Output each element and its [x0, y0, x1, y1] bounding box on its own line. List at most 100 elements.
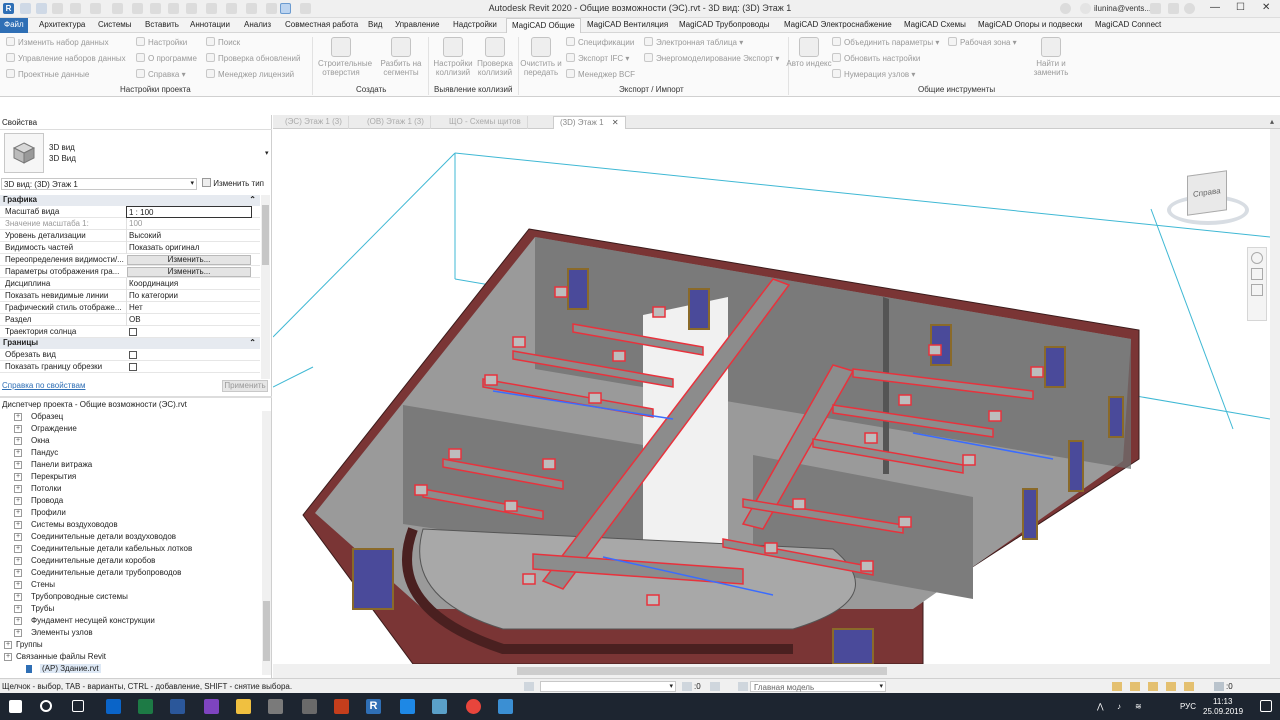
browser-item[interactable]: + Перекрытия	[0, 471, 262, 483]
tab-magicad-connect[interactable]: MagiCAD Connect	[1095, 20, 1161, 29]
expand-icon[interactable]: +	[14, 593, 22, 601]
tab-magicad-schematics[interactable]: MagiCAD Схемы	[904, 20, 966, 29]
energy-export-button[interactable]: Энергомоделирование Экспорт ▾	[644, 53, 779, 63]
manage-datasets-button[interactable]: Управление наборов данных	[6, 53, 126, 63]
tab-analyze[interactable]: Анализ	[244, 20, 271, 29]
tab-architecture[interactable]: Архитектура	[39, 20, 85, 29]
search-icon[interactable]	[1060, 3, 1071, 14]
select-underlay-icon[interactable]	[1130, 682, 1140, 691]
browser-item[interactable]: + Элементы узлов	[0, 627, 262, 639]
edit-display-button[interactable]: Изменить...	[127, 267, 251, 277]
edit-dataset-button[interactable]: Изменить набор данных	[6, 37, 109, 47]
split-segments-button[interactable]: Разбить на сегменты	[378, 37, 424, 77]
edit-type-button[interactable]: Изменить тип	[202, 178, 270, 190]
update-settings-button[interactable]: Обновить настройки	[832, 53, 920, 63]
browser-item[interactable]: + Соединительные детали воздуховодов	[0, 531, 262, 543]
visual-studio-icon[interactable]	[204, 699, 219, 714]
select-pinned-icon[interactable]	[1148, 682, 1158, 691]
design-options-icon[interactable]	[710, 682, 720, 691]
expand-icon[interactable]: +	[14, 497, 22, 505]
select-links-icon[interactable]	[1112, 682, 1122, 691]
section-bounds[interactable]: Границы ⌃	[0, 338, 260, 349]
help-button[interactable]: Справка ▾	[136, 69, 186, 79]
browser-scrollbar[interactable]	[262, 411, 271, 675]
browser-item[interactable]: + Провода	[0, 495, 262, 507]
find-replace-button[interactable]: Найти и заменить	[1028, 37, 1074, 77]
expand-icon[interactable]: +	[14, 629, 22, 637]
tab-collaborate[interactable]: Совместная работа	[285, 20, 358, 29]
browser-item[interactable]: + Пандус	[0, 447, 262, 459]
browser-item[interactable]: + Трубы	[0, 603, 262, 615]
scale-field[interactable]: 1 : 100	[126, 206, 252, 218]
tab-magicad-piping[interactable]: MagiCAD Трубопроводы	[679, 20, 769, 29]
instance-selector[interactable]: 3D вид: (3D) Этаж 1 ▾	[1, 178, 197, 190]
design-option-selector[interactable]: Главная модель ▾	[750, 681, 886, 692]
tab-addins[interactable]: Надстройки	[453, 20, 497, 29]
browser-item[interactable]: + Системы воздуховодов	[0, 519, 262, 531]
powerpoint-icon[interactable]	[334, 699, 349, 714]
expand-icon[interactable]: +	[14, 449, 22, 457]
expand-icon[interactable]: +	[14, 521, 22, 529]
tab-annotate[interactable]: Аннотации	[190, 20, 230, 29]
cart-icon[interactable]	[1150, 3, 1161, 14]
browser-item-groups[interactable]: + Группы	[0, 639, 262, 651]
language-indicator[interactable]: РУС	[1180, 702, 1196, 711]
app2-icon[interactable]	[302, 699, 317, 714]
crop-view-checkbox[interactable]	[129, 351, 137, 359]
drag-elements-icon[interactable]	[1184, 682, 1194, 691]
volume-icon[interactable]: ♪	[1117, 702, 1121, 711]
browser-item[interactable]: + Стены	[0, 579, 262, 591]
panel-divider[interactable]	[0, 396, 272, 398]
browser-item[interactable]: + Панели витража	[0, 459, 262, 471]
steering-wheel-icon[interactable]	[1251, 252, 1263, 264]
expand-icon[interactable]: +	[14, 605, 22, 613]
workset-selector[interactable]: ▾	[540, 681, 676, 692]
browser-item[interactable]: + Ограждение	[0, 423, 262, 435]
3d-viewport[interactable]: Справа	[273, 129, 1270, 664]
scroll-thumb[interactable]	[263, 601, 270, 661]
browser-item[interactable]: + Трубопроводные системы	[0, 591, 262, 603]
tab-view-panels[interactable]: ЩО - Схемы щитов	[443, 116, 528, 129]
tab-file[interactable]: Файл	[0, 18, 28, 33]
browser-item[interactable]: + Соединительные детали трубопроводов	[0, 567, 262, 579]
tab-view-3d[interactable]: (3D) Этаж 1 ✕	[553, 116, 626, 129]
expand-icon[interactable]: +	[14, 425, 22, 433]
app-icon[interactable]	[268, 699, 283, 714]
worksets-icon[interactable]	[524, 682, 534, 691]
expand-icon[interactable]: +	[14, 617, 22, 625]
openings-button[interactable]: Строительные отверстия	[318, 37, 372, 77]
type-dropdown-icon[interactable]: ▾	[265, 149, 269, 157]
editable-only-icon[interactable]	[682, 682, 692, 691]
browser-item[interactable]: + Профили	[0, 507, 262, 519]
expand-icon[interactable]: +	[14, 545, 22, 553]
expand-icon[interactable]: +	[14, 461, 22, 469]
browser-item-linked[interactable]: + Связанные файлы Revit	[0, 651, 262, 663]
expand-icon[interactable]: +	[4, 641, 12, 649]
zoom-icon[interactable]	[1251, 268, 1263, 280]
project-data-button[interactable]: Проектные данные	[6, 69, 89, 79]
apply-button[interactable]: Применить	[222, 380, 268, 392]
browser-item[interactable]: + Фундамент несущей конструкции	[0, 615, 262, 627]
tab-manage[interactable]: Управление	[395, 20, 439, 29]
revit-taskbar-icon[interactable]: R	[366, 699, 381, 714]
outlook-icon[interactable]	[106, 699, 121, 714]
browser-item[interactable]: + Соединительные детали коробов	[0, 555, 262, 567]
check-updates-button[interactable]: Проверка обновлений	[206, 53, 301, 63]
expand-icon[interactable]: +	[14, 533, 22, 541]
properties-scrollbar[interactable]	[261, 195, 270, 379]
tab-insert[interactable]: Вставить	[145, 20, 179, 29]
windows-start-icon[interactable]	[9, 700, 22, 713]
clock-date[interactable]: 25.09.2019	[1203, 707, 1243, 716]
expand-icon[interactable]: +	[14, 557, 22, 565]
license-manager-button[interactable]: Менеджер лицензий	[206, 69, 294, 79]
design-option-set-icon[interactable]	[738, 682, 748, 691]
spreadsheet-button[interactable]: Электронная таблица ▾	[644, 37, 743, 47]
properties-help-link[interactable]: Справка по свойствам	[2, 381, 85, 390]
expand-icon[interactable]: +	[14, 569, 22, 577]
chrome-icon[interactable]	[466, 699, 481, 714]
app3-icon[interactable]	[432, 699, 447, 714]
explorer-icon[interactable]	[236, 699, 251, 714]
tab-view-es[interactable]: (ЭС) Этаж 1 (3)	[279, 116, 349, 129]
task-view-icon[interactable]	[72, 700, 84, 712]
section-graphics[interactable]: Графика ⌃	[0, 195, 260, 206]
